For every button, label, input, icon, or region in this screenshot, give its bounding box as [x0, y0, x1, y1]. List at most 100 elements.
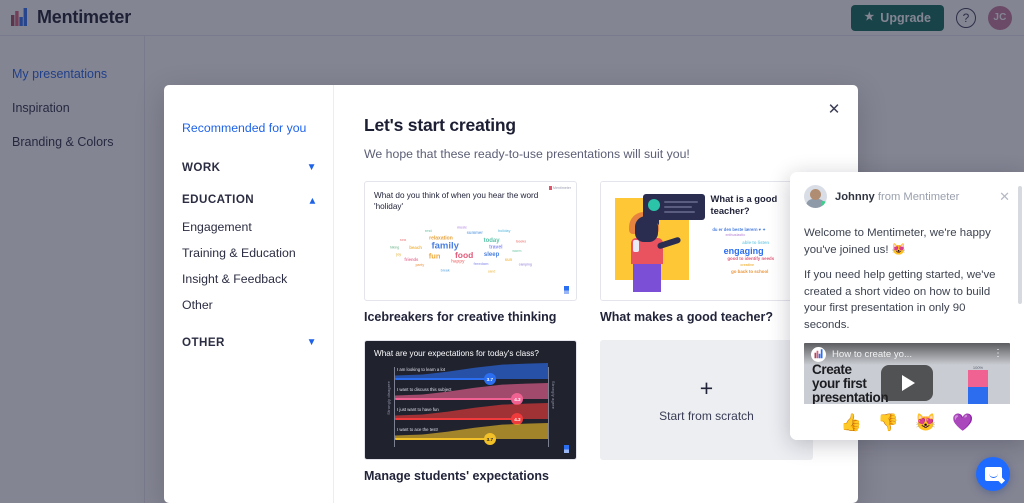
axis-label-left: Strongly disagree [386, 381, 391, 415]
scale-row-label: I want to ace the test! [397, 427, 438, 432]
page-title: Let's start creating [364, 115, 858, 136]
word-cloud-word: camping [519, 263, 532, 266]
qr-code-icon [564, 445, 569, 453]
template-card-expectations[interactable]: What are your expectations for today's c… [364, 340, 577, 483]
word-cloud-word: summer [467, 231, 483, 235]
start-from-scratch-label: Start from scratch [659, 409, 754, 423]
scale-row-value: 3.7 [484, 433, 496, 445]
video-header: How to create yo... ⋮ [804, 343, 1010, 365]
template-thumbnail: What is a good teacher? du er den beste … [600, 181, 813, 301]
dark-slide: What are your expectations for today's c… [365, 341, 576, 459]
category-item-other[interactable]: Other [182, 292, 333, 318]
category-header-other[interactable]: OTHER ▼ [182, 328, 333, 357]
word-cloud-word: freedom [474, 263, 489, 267]
category-group-education: EDUCATION ▼ Engagement Training & Educat… [182, 185, 333, 318]
slide-question: What are your expectations for today's c… [374, 349, 567, 358]
word-cloud-word: hiking [390, 246, 399, 249]
chevron-up-icon: ▼ [307, 195, 317, 205]
scale-row-value: 4.3 [511, 393, 523, 405]
template-card-label: What makes a good teacher? [600, 310, 813, 324]
word-cloud-word: creative [740, 264, 754, 268]
category-item-insight-feedback[interactable]: Insight & Feedback [182, 266, 333, 292]
word-cloud-word: warm [512, 250, 521, 254]
word-cloud-word: relaxation [429, 237, 453, 242]
scale-row-value: 4.3 [511, 413, 523, 425]
word-cloud-word: go back to school [731, 270, 768, 274]
word-cloud-word: enthusiastic [725, 234, 745, 237]
category-header-other-label: OTHER [182, 336, 225, 349]
axis-label-right: Strongly agree [551, 381, 556, 409]
word-cloud-word: friends [404, 258, 418, 262]
start-from-scratch-card[interactable]: + Start from scratch [600, 340, 813, 483]
slide-question: What do you think of when you hear the w… [365, 182, 576, 213]
word-cloud-word: beach [409, 246, 422, 250]
chevron-down-icon: ▼ [307, 338, 317, 348]
word-cloud: familyfoodfunsleeprelaxationtodaytravelh… [365, 215, 576, 287]
scale-row: I want to ace the test! 3.7 [395, 427, 548, 446]
modal-category-sidebar: Recommended for you WORK ▼ EDUCATION ▼ E… [164, 85, 334, 503]
start-from-scratch-button[interactable]: + Start from scratch [600, 340, 813, 460]
word-cloud-word: rest [425, 230, 432, 234]
agent-name: Johnny from Mentimeter [835, 191, 959, 203]
video-title[interactable]: How to create yo... [832, 349, 912, 360]
template-card-label: Icebreakers for creative thinking [364, 310, 577, 324]
teacher-illustration: What is a good teacher? du er den beste … [601, 182, 812, 300]
category-header-work[interactable]: WORK ▼ [182, 153, 333, 182]
scale-row: I just want to have fun 4.3 [395, 407, 548, 426]
page-subtitle: We hope that these ready-to-use presenta… [364, 147, 858, 161]
scale-row: I am looking to learn a lot 3.7 [395, 367, 548, 386]
intercom-header: Johnny from Mentimeter ✕ [790, 172, 1024, 212]
category-item-engagement[interactable]: Engagement [182, 214, 333, 240]
word-cloud-word: du er den beste lærern ♥ ✦ [712, 228, 765, 232]
more-options-icon[interactable]: ⋮ [993, 351, 1003, 357]
intercom-message-panel: Johnny from Mentimeter ✕ Welcome to Ment… [790, 172, 1024, 440]
qr-code-icon [564, 286, 569, 294]
close-icon[interactable]: ✕ [999, 189, 1010, 205]
template-card-good-teacher[interactable]: What is a good teacher? du er den beste … [600, 181, 813, 324]
plus-icon: + [700, 377, 713, 400]
intercom-messages: Welcome to Mentimeter, we're happy you'v… [790, 212, 1024, 333]
reaction-thumbs-down-icon[interactable]: 👎 [878, 414, 899, 431]
template-thumbnail: What are your expectations for today's c… [364, 340, 577, 460]
chevron-down-icon: ▼ [307, 163, 317, 173]
play-icon[interactable] [881, 365, 933, 401]
word-cloud-word: break [441, 269, 450, 272]
modal-main: Let's start creating We hope that these … [334, 85, 858, 503]
category-recommended[interactable]: Recommended for you [182, 121, 333, 135]
agent-avatar [804, 185, 827, 208]
reaction-thumbs-up-icon[interactable]: 👍 [841, 414, 862, 431]
intercom-message: If you need help getting started, we've … [804, 267, 1010, 333]
reaction-bar: 👍 👎 😻 💜 [790, 404, 1024, 440]
word-cloud-word: travel [489, 245, 502, 250]
close-icon[interactable]: ✕ [824, 99, 844, 119]
word-cloud-word: music [457, 226, 467, 229]
mentimeter-logo-icon [811, 347, 826, 362]
template-card-icebreakers[interactable]: Mentimeter What do you think of when you… [364, 181, 577, 324]
scale-row-label: I just want to have fun [397, 407, 439, 412]
template-thumbnail: Mentimeter What do you think of when you… [364, 181, 577, 301]
word-cloud-word: joy [396, 253, 401, 256]
word-cloud-word: happy [451, 260, 465, 265]
video-overlay-text: Create your first presentation [812, 363, 888, 404]
category-header-education[interactable]: EDUCATION ▼ [182, 185, 333, 214]
scale-row-value: 3.7 [484, 373, 496, 385]
category-header-education-label: EDUCATION [182, 193, 254, 206]
category-group-work: WORK ▼ [182, 153, 333, 182]
word-cloud-word: sea [400, 239, 406, 243]
word-cloud-word: engaging [724, 247, 764, 256]
word-cloud-word: holiday [498, 230, 511, 234]
category-item-training-education[interactable]: Training & Education [182, 240, 333, 266]
template-picker-modal: ✕ Recommended for you WORK ▼ EDUCATION ▼… [164, 85, 858, 503]
reaction-heart-eyes-cat-icon[interactable]: 😻 [915, 414, 936, 431]
reaction-purple-heart-icon[interactable]: 💜 [952, 414, 973, 431]
word-cloud-word: good to identify needs [727, 257, 774, 261]
category-group-other: OTHER ▼ [182, 328, 333, 357]
word-cloud-word: party [415, 265, 424, 269]
scale-row-label: I am looking to learn a lot [397, 367, 445, 372]
intercom-messenger-icon[interactable] [976, 457, 1010, 491]
word-cloud-word: able to listen [742, 241, 769, 245]
scrollbar[interactable] [1018, 186, 1022, 304]
scales-chart: Strongly disagree Strongly agree I am lo… [386, 367, 555, 451]
mentimeter-watermark: Mentimeter [549, 186, 571, 190]
word-cloud-word: today [484, 238, 500, 244]
